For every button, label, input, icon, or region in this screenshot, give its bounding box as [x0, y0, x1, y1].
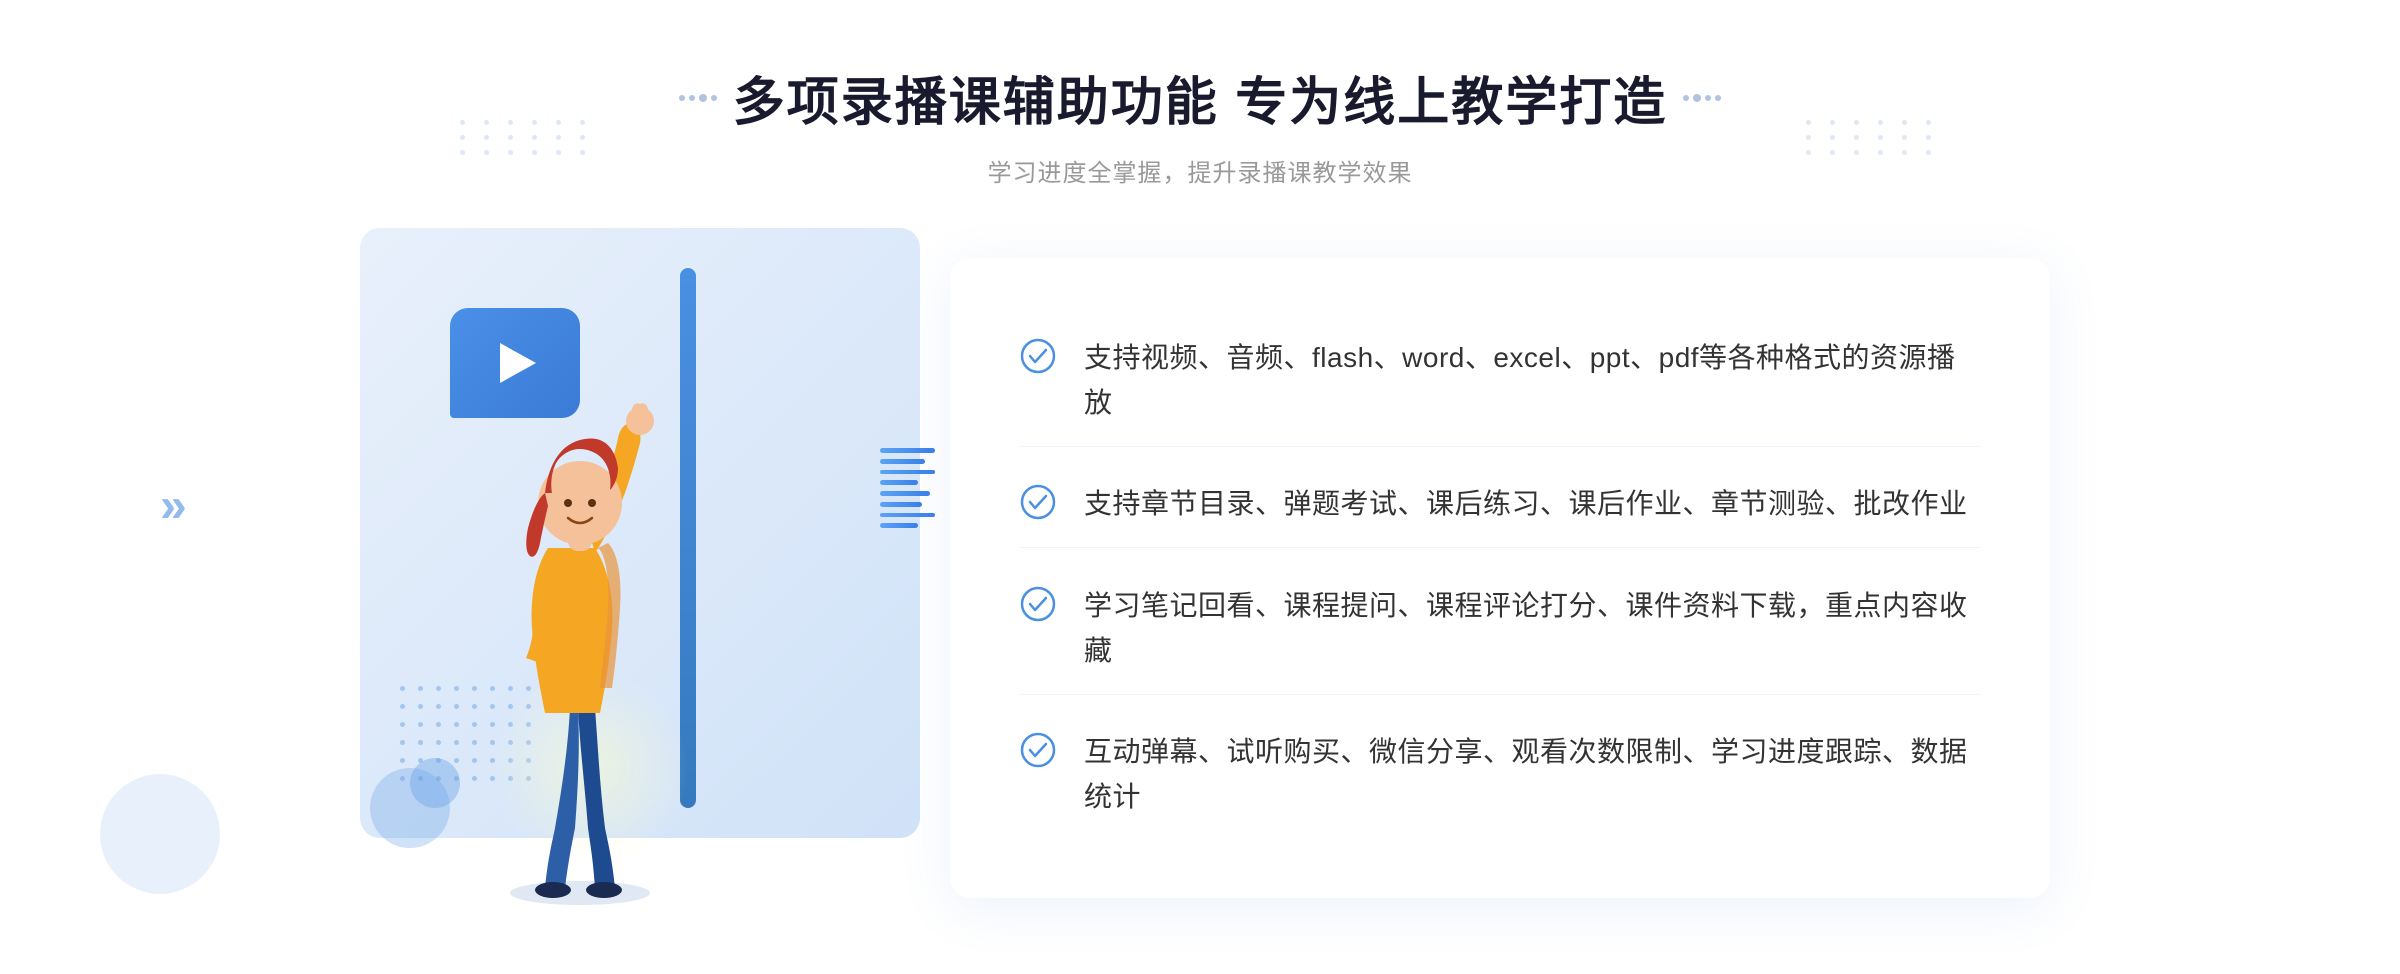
dots-group-top-right — [1806, 120, 1940, 155]
feature-text-3: 学习笔记回看、课程提问、课程评论打分、课件资料下载，重点内容收藏 — [1084, 584, 1980, 674]
check-icon-4 — [1020, 732, 1056, 768]
page-wrapper: » 多项录播课辅助功能 专为线上教学打造 学习进度全掌握，提升录播课教学效果 — [0, 0, 2400, 974]
features-panel: 支持视频、音频、flash、word、excel、ppt、pdf等各种格式的资源… — [950, 258, 2050, 898]
feature-item-2: 支持章节目录、弹题考试、课后练习、课后作业、章节测验、批改作业 — [1020, 462, 1980, 548]
content-area: 支持视频、音频、flash、word、excel、ppt、pdf等各种格式的资源… — [350, 228, 2050, 908]
feature-text-4: 互动弹幕、试听购买、微信分享、观看次数限制、学习进度跟踪、数据统计 — [1084, 730, 1980, 820]
feature-item-1: 支持视频、音频、flash、word、excel、ppt、pdf等各种格式的资源… — [1020, 316, 1980, 447]
check-icon-2 — [1020, 484, 1056, 520]
lines-decoration — [880, 448, 940, 528]
figure-illustration — [430, 328, 730, 908]
check-icon-1 — [1020, 338, 1056, 374]
header-section: 多项录播课辅助功能 专为线上教学打造 学习进度全掌握，提升录播课教学效果 — [679, 60, 1721, 188]
title-dots-left — [679, 94, 717, 102]
subtitle: 学习进度全掌握，提升录播课教学效果 — [679, 153, 1721, 188]
title-row: 多项录播课辅助功能 专为线上教学打造 — [679, 60, 1721, 135]
bottom-circle-decoration — [100, 774, 220, 894]
illustration-panel — [350, 228, 970, 908]
check-icon-3 — [1020, 586, 1056, 622]
title-dots-right — [1683, 94, 1721, 102]
feature-item-3: 学习笔记回看、课程提问、课程评论打分、课件资料下载，重点内容收藏 — [1020, 564, 1980, 695]
feature-text-2: 支持章节目录、弹题考试、课后练习、课后作业、章节测验、批改作业 — [1084, 482, 1968, 527]
feature-item-4: 互动弹幕、试听购买、微信分享、观看次数限制、学习进度跟踪、数据统计 — [1020, 710, 1980, 840]
dots-group-top-left — [460, 120, 594, 155]
left-chevron-decoration: » — [160, 479, 187, 534]
feature-text-1: 支持视频、音频、flash、word、excel、ppt、pdf等各种格式的资源… — [1084, 336, 1980, 426]
main-title: 多项录播课辅助功能 专为线上教学打造 — [733, 60, 1667, 135]
